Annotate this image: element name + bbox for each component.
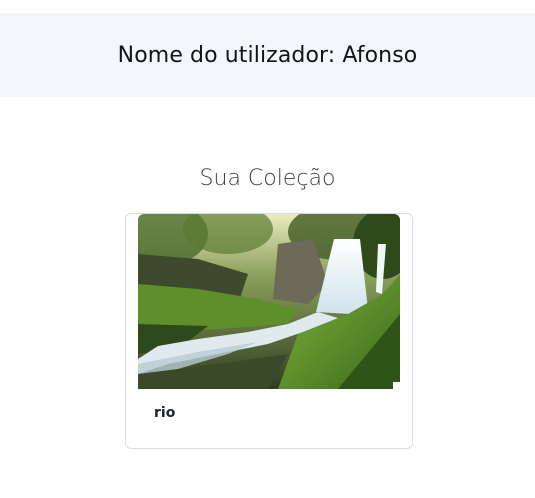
collection-title: Sua Coleção bbox=[199, 166, 336, 191]
user-header: Nome do utilizador: Afonso bbox=[0, 13, 535, 97]
username-title: Nome do utilizador: Afonso bbox=[117, 42, 418, 68]
waterfall-photo[interactable] bbox=[138, 214, 400, 389]
collection-card[interactable]: rio bbox=[125, 213, 413, 449]
card-title: rio bbox=[154, 405, 176, 421]
